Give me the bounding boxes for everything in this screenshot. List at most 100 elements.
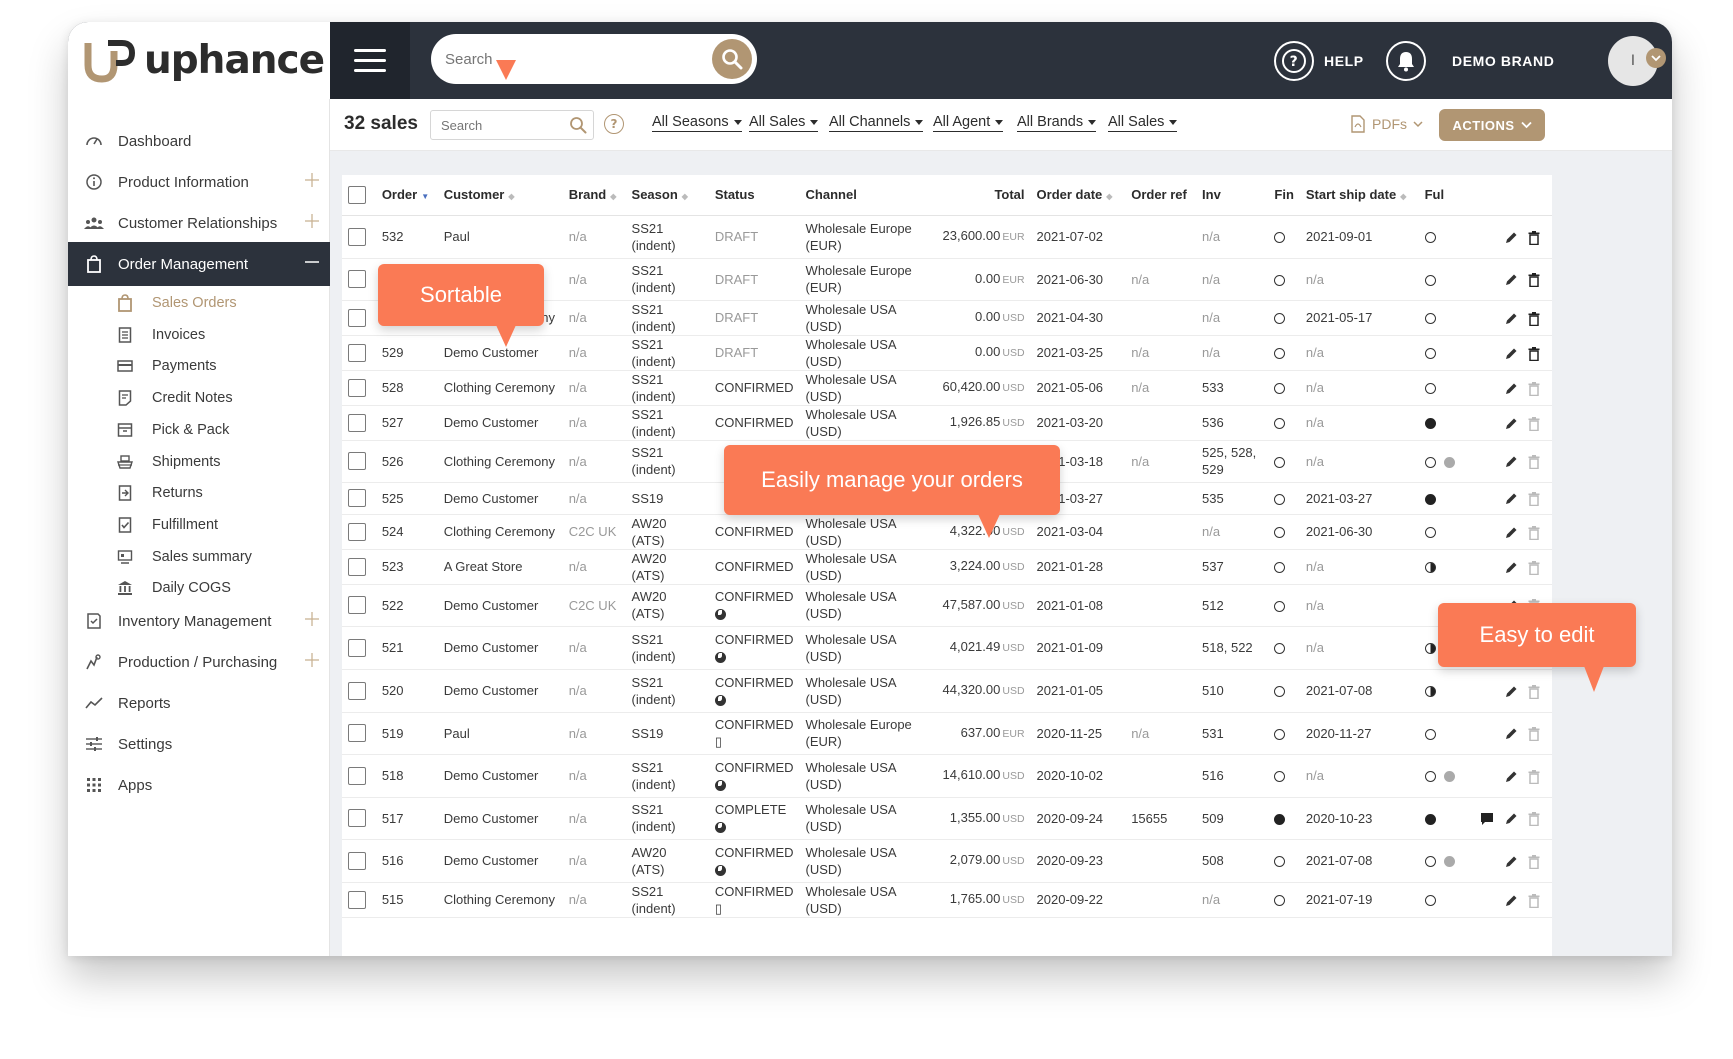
edit-icon[interactable]: [1504, 312, 1518, 326]
sidebar-item-product-information[interactable]: Product Information: [68, 160, 330, 204]
row-checkbox[interactable]: [348, 489, 366, 508]
table-row[interactable]: 519 Paul n/a SS19 CONFIRMED ▯ Wholesale Europ…: [342, 712, 1552, 755]
table-row[interactable]: 527 Demo Customer n/a SS21 (indent) CONFIRME…: [342, 405, 1552, 441]
table-row[interactable]: 529 Demo Customer n/a SS21 (indent) DRAFT Who…: [342, 335, 1552, 371]
row-checkbox[interactable]: [348, 413, 366, 432]
sidebar-subitem-sales-summary[interactable]: Sales summary: [116, 541, 252, 573]
delete-icon[interactable]: [1528, 381, 1540, 396]
customer-name[interactable]: Paul: [437, 712, 563, 755]
expand-icon[interactable]: [304, 611, 320, 627]
sidebar-item-production-purchasing[interactable]: Production / Purchasing: [68, 640, 330, 684]
customer-name[interactable]: Demo Customer: [437, 839, 563, 883]
collapse-icon[interactable]: [304, 254, 320, 270]
column-header-season[interactable]: Season ◆: [625, 175, 709, 216]
sidebar-subitem-shipments[interactable]: Shipments: [116, 446, 221, 478]
sidebar-subitem-credit-notes[interactable]: Credit Notes: [116, 382, 233, 414]
table-row[interactable]: 522 Demo Customer C2C UK AW20 (ATS) CONFIRME…: [342, 584, 1552, 627]
sidebar-subitem-returns[interactable]: Returns: [116, 477, 203, 509]
sidebar-subitem-daily-cogs[interactable]: Daily COGS: [116, 572, 231, 604]
row-checkbox[interactable]: [348, 724, 366, 743]
delete-icon[interactable]: [1528, 769, 1540, 784]
delete-icon[interactable]: [1528, 273, 1540, 288]
invoice[interactable]: 518, 522: [1196, 626, 1269, 670]
actions-button[interactable]: ACTIONS: [1439, 109, 1545, 141]
sidebar-item-apps[interactable]: Apps: [68, 763, 330, 807]
invoice[interactable]: 537: [1196, 549, 1269, 585]
invoice[interactable]: n/a: [1196, 215, 1269, 259]
invoice[interactable]: n/a: [1196, 514, 1269, 550]
row-checkbox[interactable]: [348, 343, 366, 362]
order-number[interactable]: 527: [375, 405, 438, 441]
question-icon[interactable]: ?: [604, 114, 624, 134]
invoice[interactable]: 536: [1196, 405, 1269, 441]
table-row[interactable]: 518 Demo Customer n/a SS21 (indent) CONFIRME…: [342, 754, 1552, 798]
table-row[interactable]: 516 Demo Customer n/a AW20 (ATS) CONFIRMED Wh…: [342, 839, 1552, 883]
delete-icon[interactable]: [1528, 525, 1540, 540]
table-row[interactable]: 520 Demo Customer n/a SS21 (indent) CONFIRME…: [342, 669, 1552, 713]
edit-icon[interactable]: [1504, 812, 1518, 826]
order-number[interactable]: 518: [375, 754, 438, 798]
edit-icon[interactable]: [1504, 526, 1518, 540]
invoice[interactable]: 512: [1196, 584, 1269, 627]
customer-name[interactable]: Demo Customer: [437, 754, 563, 798]
sort-icon[interactable]: ◆: [610, 192, 616, 201]
order-number[interactable]: 516: [375, 839, 438, 883]
table-row[interactable]: 515 Clothing Ceremony n/a SS21 (indent) CONF…: [342, 882, 1552, 918]
column-header-start-ship-date[interactable]: Start ship date ◆: [1299, 175, 1419, 216]
notifications-button[interactable]: [1386, 22, 1426, 99]
customer-name[interactable]: Clothing Ceremony: [437, 440, 563, 483]
customer-name[interactable]: Demo Customer: [437, 405, 563, 441]
order-number[interactable]: 522: [375, 584, 438, 627]
edit-icon[interactable]: [1504, 894, 1518, 908]
filter-dropdown-all-sales-1[interactable]: All Sales: [749, 114, 819, 132]
order-number[interactable]: 526: [375, 440, 438, 483]
order-number[interactable]: 515: [375, 882, 438, 918]
row-checkbox[interactable]: [348, 809, 366, 828]
help-button[interactable]: ? HELP: [1274, 22, 1364, 99]
delete-icon[interactable]: [1528, 854, 1540, 869]
invoice[interactable]: 510: [1196, 669, 1269, 713]
edit-icon[interactable]: [1504, 417, 1518, 431]
filter-dropdown-all-seasons-0[interactable]: All Seasons: [652, 114, 742, 132]
invoice[interactable]: n/a: [1196, 258, 1269, 301]
invoice[interactable]: n/a: [1196, 882, 1269, 918]
table-row[interactable]: 521 Demo Customer n/a SS21 (indent) CONFIRME…: [342, 626, 1552, 670]
order-number[interactable]: 523: [375, 549, 438, 585]
row-checkbox[interactable]: [348, 522, 366, 541]
global-search-input[interactable]: [445, 50, 695, 68]
invoice[interactable]: 516: [1196, 754, 1269, 798]
order-number[interactable]: 519: [375, 712, 438, 755]
sidebar-item-customer-relationships[interactable]: Customer Relationships: [68, 201, 330, 245]
expand-icon[interactable]: [304, 172, 320, 188]
delete-icon[interactable]: [1528, 230, 1540, 245]
sales-search-input[interactable]: [441, 117, 561, 133]
edit-icon[interactable]: [1504, 685, 1518, 699]
sidebar-item-inventory-management[interactable]: Inventory Management: [68, 599, 330, 643]
customer-name[interactable]: A Great Store: [437, 549, 563, 585]
customer-name[interactable]: Demo Customer: [437, 584, 563, 627]
row-checkbox[interactable]: [348, 596, 366, 615]
order-number[interactable]: 520: [375, 669, 438, 713]
sort-icon[interactable]: ▼: [421, 192, 429, 201]
sidebar-subitem-sales-orders[interactable]: Sales Orders: [116, 287, 237, 319]
delete-icon[interactable]: [1528, 727, 1540, 742]
sidebar-subitem-invoices[interactable]: Invoices: [116, 319, 205, 351]
order-number[interactable]: 524: [375, 514, 438, 550]
pdfs-dropdown[interactable]: PDFs: [1350, 115, 1423, 133]
sidebar-item-reports[interactable]: Reports: [68, 681, 330, 725]
column-header-customer[interactable]: Customer ◆: [437, 175, 563, 216]
column-header-order[interactable]: Order ▼: [375, 175, 438, 216]
row-checkbox[interactable]: [348, 851, 366, 870]
hamburger-menu-button[interactable]: [330, 22, 410, 99]
sidebar-subitem-pick-pack[interactable]: Pick & Pack: [116, 414, 229, 446]
customer-name[interactable]: Demo Customer: [437, 626, 563, 670]
edit-icon[interactable]: [1504, 231, 1518, 245]
edit-icon[interactable]: [1504, 561, 1518, 575]
logo[interactable]: uphance: [68, 22, 330, 99]
order-number[interactable]: 528: [375, 370, 438, 406]
filter-dropdown-all-channels-2[interactable]: All Channels: [829, 114, 924, 132]
expand-icon[interactable]: [304, 213, 320, 229]
edit-icon[interactable]: [1504, 347, 1518, 361]
delete-icon[interactable]: [1528, 492, 1540, 507]
invoice[interactable]: 508: [1196, 839, 1269, 883]
